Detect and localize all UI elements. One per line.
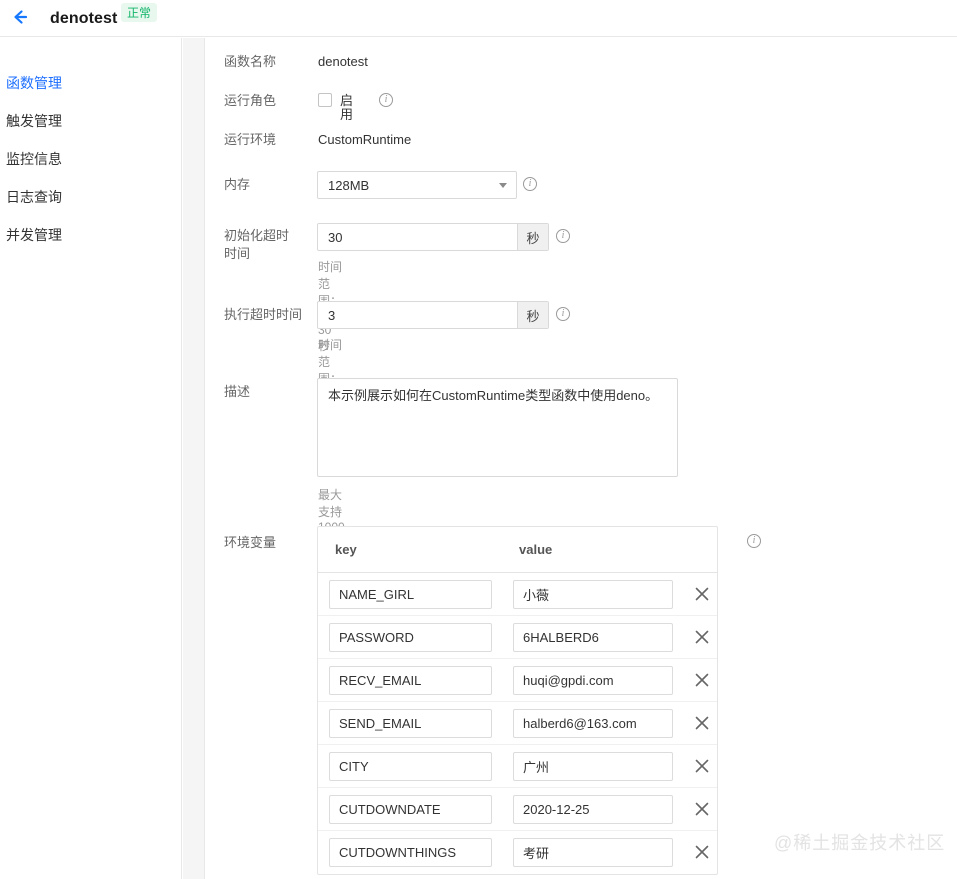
exec-timeout-info-icon[interactable]: i bbox=[556, 307, 570, 321]
env-vars-table-header: key value bbox=[318, 527, 717, 573]
env-key-input[interactable] bbox=[329, 709, 492, 738]
env-value-input[interactable] bbox=[513, 795, 673, 824]
runtime-label: 运行环境 bbox=[224, 132, 277, 147]
env-value-input[interactable] bbox=[513, 666, 673, 695]
memory-info-icon[interactable]: i bbox=[523, 177, 537, 191]
description-textarea[interactable]: 本示例展示如何在CustomRuntime类型函数中使用deno。 bbox=[317, 378, 678, 477]
table-row bbox=[318, 702, 717, 745]
env-value-input[interactable] bbox=[513, 709, 673, 738]
table-row bbox=[318, 659, 717, 702]
watermark: @稀土掘金技术社区 bbox=[774, 833, 946, 853]
memory-label: 内存 bbox=[224, 177, 251, 192]
close-x-icon[interactable] bbox=[693, 800, 711, 818]
sidebar-item-label: 监控信息 bbox=[6, 151, 62, 167]
env-vars-info-icon[interactable]: i bbox=[747, 534, 761, 548]
exec-timeout-suffix: 秒 bbox=[517, 302, 548, 328]
init-timeout-info-icon[interactable]: i bbox=[556, 229, 570, 243]
back-arrow-icon[interactable] bbox=[6, 3, 34, 31]
exec-timeout-label: 执行超时时间 bbox=[224, 307, 303, 322]
sidebar-item-concurrency[interactable]: 并发管理 bbox=[0, 216, 181, 254]
init-timeout-suffix: 秒 bbox=[517, 224, 548, 250]
page-title: denotest bbox=[50, 9, 118, 27]
sidebar-item-function-management[interactable]: 函数管理 bbox=[0, 64, 181, 102]
close-x-icon[interactable] bbox=[693, 714, 711, 732]
chevron-down-icon bbox=[499, 183, 507, 188]
exec-timeout-input[interactable] bbox=[318, 302, 518, 328]
sidebar-item-label: 触发管理 bbox=[6, 113, 62, 129]
close-x-icon[interactable] bbox=[693, 843, 711, 861]
layout-gutter bbox=[183, 38, 205, 879]
env-key-input[interactable] bbox=[329, 752, 492, 781]
memory-select-value: 128MB bbox=[328, 177, 370, 193]
run-role-label: 运行角色 bbox=[224, 93, 277, 108]
env-column-header-key: key bbox=[335, 542, 357, 557]
page-header: denotest 正常 bbox=[0, 0, 957, 37]
close-x-icon[interactable] bbox=[693, 628, 711, 646]
env-vars-label: 环境变量 bbox=[224, 535, 277, 550]
init-timeout-label: 初始化超时时间 bbox=[224, 228, 290, 261]
sidebar-item-trigger-management[interactable]: 触发管理 bbox=[0, 102, 181, 140]
env-value-input[interactable] bbox=[513, 580, 673, 609]
env-vars-table: key value bbox=[317, 526, 718, 875]
close-x-icon[interactable] bbox=[693, 757, 711, 775]
table-row bbox=[318, 616, 717, 659]
init-timeout-input[interactable] bbox=[318, 224, 518, 250]
env-key-input[interactable] bbox=[329, 623, 492, 652]
env-key-input[interactable] bbox=[329, 666, 492, 695]
status-badge: 正常 bbox=[121, 3, 158, 22]
init-timeout-input-wrap: 秒 bbox=[317, 223, 549, 251]
function-name-label: 函数名称 bbox=[224, 54, 277, 69]
sidebar-item-label: 日志查询 bbox=[6, 189, 62, 205]
table-row bbox=[318, 573, 717, 616]
close-x-icon[interactable] bbox=[693, 585, 711, 603]
function-name-value: denotest bbox=[318, 54, 368, 69]
run-role-checkbox[interactable] bbox=[318, 93, 332, 107]
description-label: 描述 bbox=[224, 384, 251, 399]
memory-select[interactable]: 128MB bbox=[317, 171, 517, 199]
env-key-input[interactable] bbox=[329, 580, 492, 609]
env-column-header-value: value bbox=[519, 542, 553, 557]
page-root: denotest 正常 函数管理 触发管理 监控信息 日志查询 并发管理 函数名… bbox=[0, 0, 957, 879]
runtime-value: CustomRuntime bbox=[318, 132, 412, 147]
table-row bbox=[318, 831, 717, 874]
env-value-input[interactable] bbox=[513, 623, 673, 652]
close-x-icon[interactable] bbox=[693, 671, 711, 689]
run-role-checkbox-label: 启用 bbox=[340, 93, 354, 122]
sidebar-item-monitoring[interactable]: 监控信息 bbox=[0, 140, 181, 178]
env-value-input[interactable] bbox=[513, 752, 673, 781]
env-value-input[interactable] bbox=[513, 838, 673, 867]
sidebar-item-log-query[interactable]: 日志查询 bbox=[0, 178, 181, 216]
table-row bbox=[318, 788, 717, 831]
main-content: 函数名称 denotest 运行角色 启用 i 运行环境 CustomRunti… bbox=[206, 38, 957, 879]
sidebar-item-label: 并发管理 bbox=[6, 227, 62, 243]
table-row bbox=[318, 745, 717, 788]
run-role-info-icon[interactable]: i bbox=[379, 93, 393, 107]
exec-timeout-input-wrap: 秒 bbox=[317, 301, 549, 329]
env-key-input[interactable] bbox=[329, 838, 492, 867]
env-key-input[interactable] bbox=[329, 795, 492, 824]
sidebar-nav: 函数管理 触发管理 监控信息 日志查询 并发管理 bbox=[0, 38, 182, 879]
sidebar-item-label: 函数管理 bbox=[6, 75, 62, 91]
